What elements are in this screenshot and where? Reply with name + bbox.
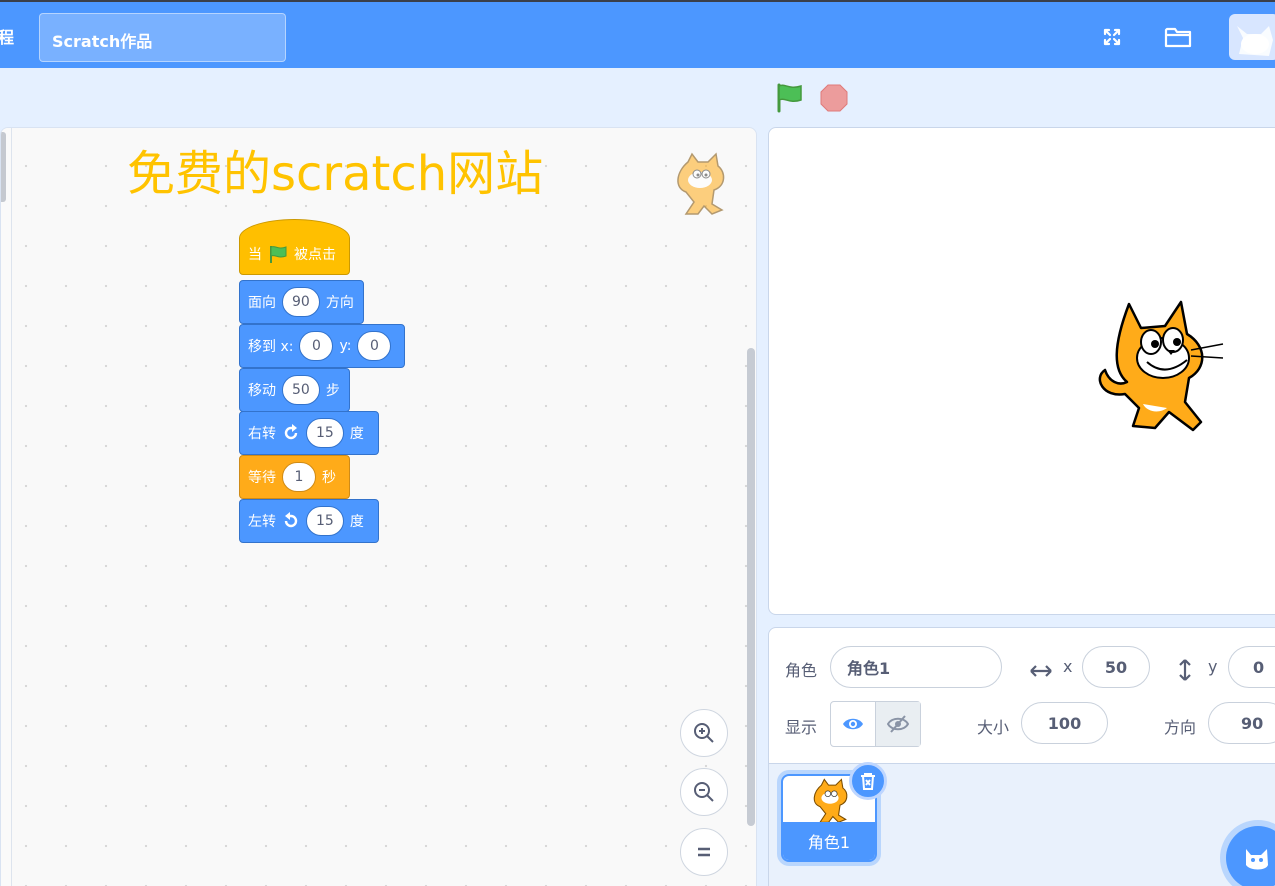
cat-sprite[interactable] (1095, 298, 1230, 442)
sprite-name-input[interactable]: 角色1 (830, 646, 1002, 688)
zoom-in-icon[interactable] (680, 709, 728, 757)
workspace-scrollbar[interactable] (747, 348, 755, 826)
go-to-xy-block[interactable]: 移到 x: 0 y: 0 (239, 324, 405, 368)
degrees-input[interactable]: 15 (306, 506, 344, 536)
x-input[interactable]: 50 (1082, 646, 1150, 688)
zoom-reset-icon[interactable] (680, 828, 728, 876)
x-label: x (1063, 657, 1073, 676)
wait-seconds-block[interactable]: 等待 1 秒 (239, 455, 350, 499)
x-arrow-icon (1030, 665, 1052, 677)
fullscreen-icon[interactable] (1097, 22, 1127, 52)
show-eye-icon[interactable] (831, 702, 876, 746)
show-label: 显示 (785, 718, 818, 737)
watermark-text: 免费的scratch网站 (127, 146, 544, 202)
code-workspace[interactable]: 免费的scratch网站 当 被点击 面向 90 方向 移到 x: 0 y: 0… (0, 127, 757, 886)
flag-icon (270, 246, 287, 263)
block-text: 面向 (248, 295, 276, 311)
y-arrow-icon (1179, 659, 1191, 681)
block-text: 当 (248, 247, 262, 263)
sprite-info-panel: 角色 角色1 x 50 y 0 显示 大小 100 方向 90 (768, 627, 1275, 764)
y-label: y (1208, 657, 1218, 676)
turn-left-block[interactable]: 左转 15 度 (239, 499, 379, 543)
block-text: 移到 x: (248, 339, 294, 355)
size-label: 大小 (977, 718, 1010, 737)
current-sprite-thumbnail (668, 152, 732, 222)
stage-canvas[interactable] (768, 127, 1275, 615)
folder-icon[interactable] (1163, 22, 1193, 52)
block-text: 度 (349, 514, 364, 530)
cat-avatar-icon[interactable] (1229, 14, 1275, 60)
size-input[interactable]: 100 (1021, 702, 1108, 744)
when-flag-clicked-block[interactable]: 当 被点击 (239, 219, 350, 275)
rotate-counterclockwise-icon (284, 512, 298, 528)
sprite-list: 角色1 (768, 764, 1275, 886)
degrees-input[interactable]: 15 (306, 418, 344, 448)
block-text: 方向 (325, 295, 354, 311)
rotate-clockwise-icon (284, 424, 298, 440)
point-in-direction-block[interactable]: 面向 90 方向 (239, 280, 364, 324)
project-title-input[interactable]: Scratch作品 (39, 13, 286, 62)
zoom-out-icon[interactable] (680, 768, 728, 816)
sprite-name-label: 角色 (785, 661, 818, 680)
block-text: 等待 (248, 470, 276, 486)
block-text: 秒 (322, 470, 336, 486)
sprite-tile-name: 角色1 (783, 822, 875, 860)
move-steps-block[interactable]: 移动 50 步 (239, 368, 350, 412)
direction-input[interactable]: 90 (282, 287, 320, 317)
block-text: 右转 (248, 426, 276, 442)
stop-icon[interactable] (818, 82, 850, 114)
y-input[interactable]: 0 (357, 331, 392, 361)
block-text: y: (339, 338, 352, 354)
block-text: 移动 (248, 383, 276, 399)
block-text: 步 (325, 383, 340, 399)
steps-input[interactable]: 50 (282, 375, 320, 405)
hide-eye-icon[interactable] (876, 702, 920, 746)
seconds-input[interactable]: 1 (282, 462, 316, 492)
block-text: 度 (349, 426, 364, 442)
turn-right-block[interactable]: 右转 15 度 (239, 411, 379, 455)
block-text: 被点击 (294, 247, 336, 263)
menu-bar: 程 Scratch作品 (0, 0, 1275, 68)
menu-edge-text[interactable]: 程 (0, 24, 14, 48)
palette-scrollbar[interactable] (1, 132, 6, 202)
direction-label: 方向 (1164, 718, 1197, 737)
x-input[interactable]: 0 (299, 331, 334, 361)
green-flag-icon[interactable] (774, 82, 806, 114)
sprite-thumbnail (813, 778, 848, 823)
block-text: 左转 (248, 514, 276, 530)
delete-sprite-icon[interactable] (849, 762, 887, 800)
visibility-toggle (830, 701, 921, 747)
palette-edge (1, 128, 12, 886)
y-input[interactable]: 0 (1228, 646, 1275, 688)
direction-input[interactable]: 90 (1208, 702, 1275, 744)
